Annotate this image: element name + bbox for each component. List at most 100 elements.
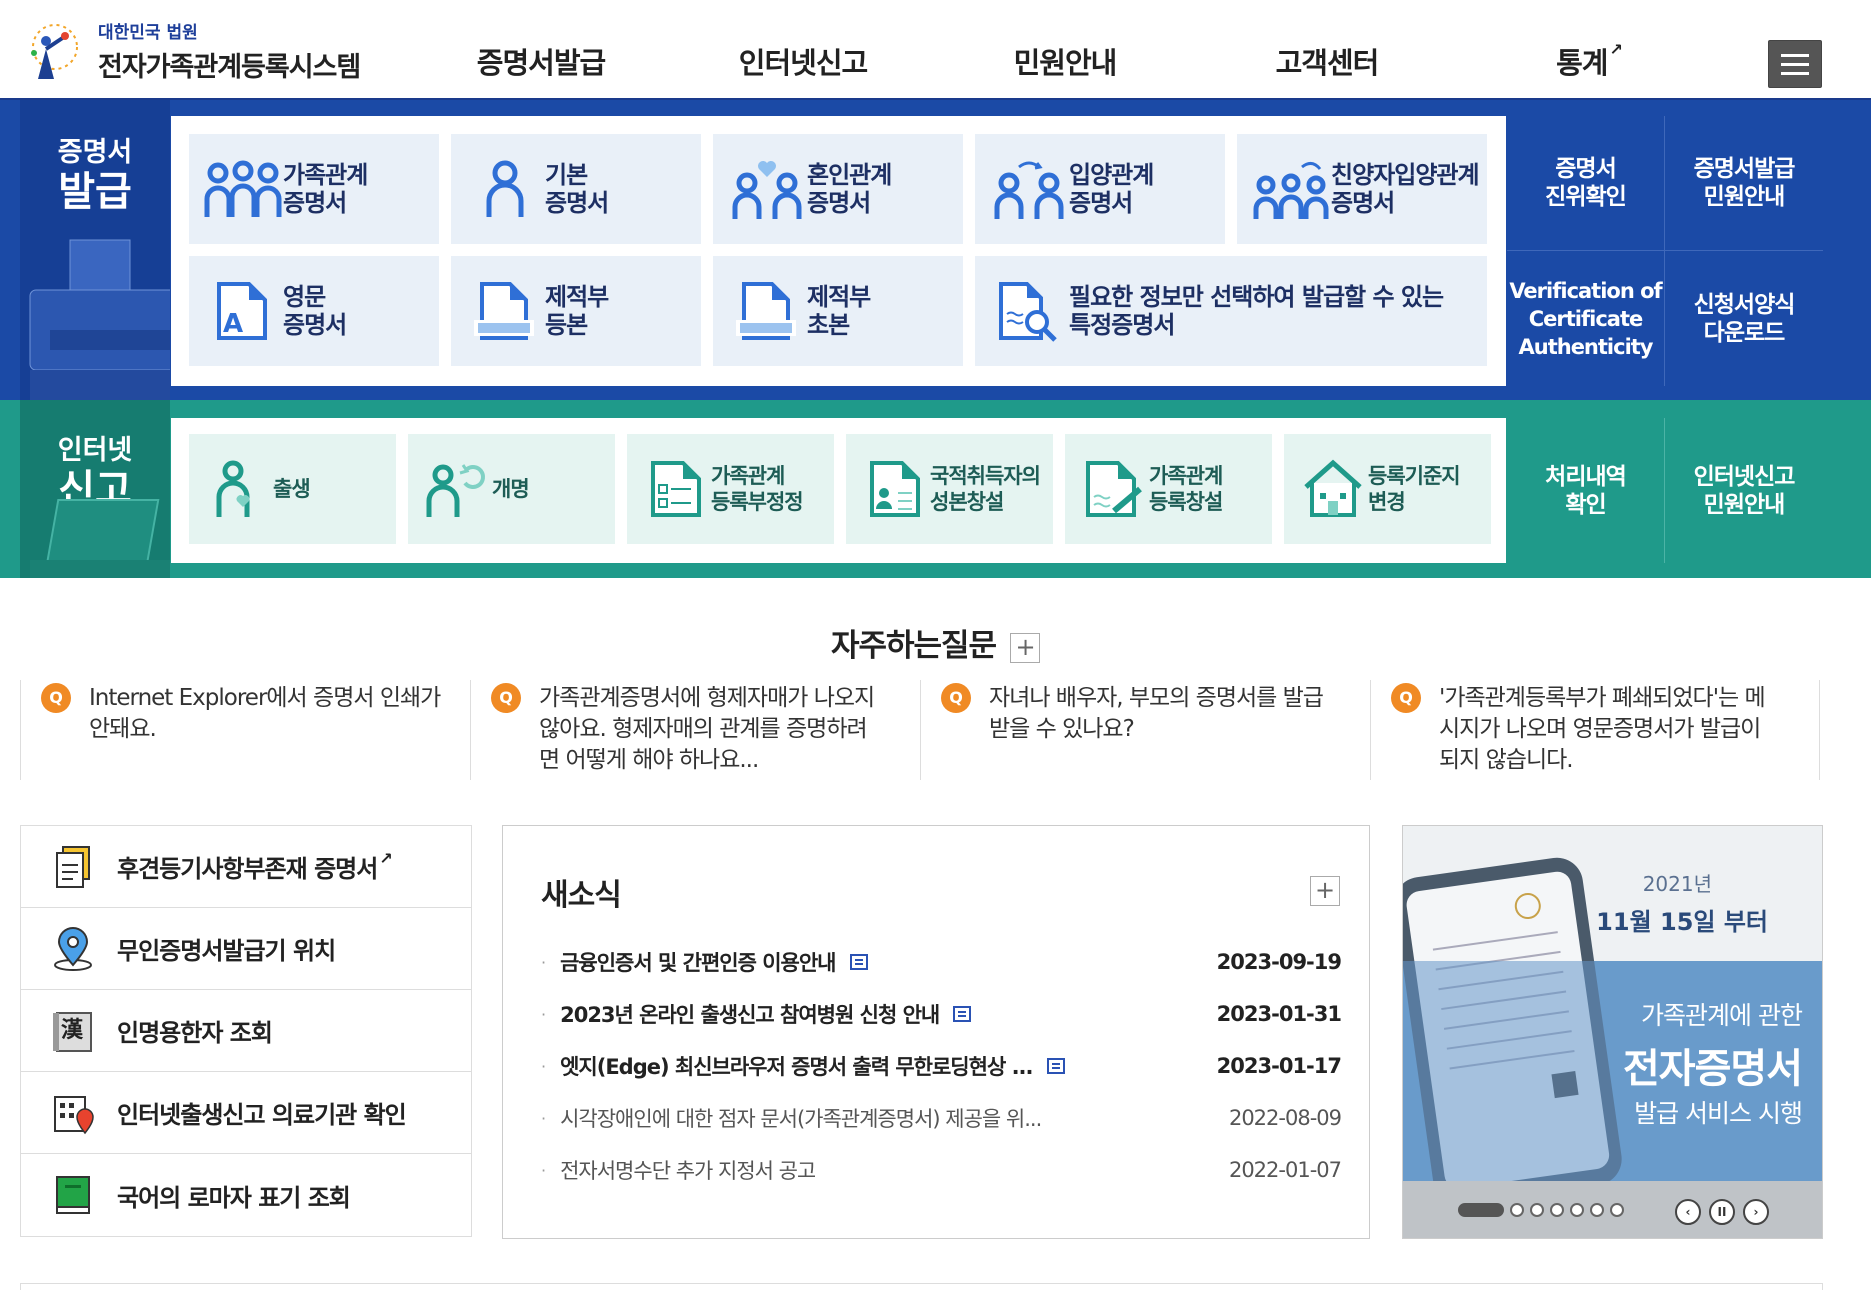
faq-text-line: 받을 수 있나요? [989,716,1135,742]
quick-link-label: 국어의 로마자 표기 조회 [117,1183,351,1212]
tile-label-line2: 증명서 [807,189,871,217]
report-civil-guide-link[interactable]: 인터넷신고 민원안내 [1665,418,1823,563]
news-item[interactable]: · 시각장애인에 대한 점자 문서(가족관계증명서) 제공을 위... 2022… [541,1092,1342,1144]
tile-birth-report[interactable]: 출생 [189,434,396,544]
side-link-line2: 민원안내 [1703,491,1786,518]
nav-internet-report[interactable]: 인터넷신고 [672,40,934,82]
birth-icon [216,460,250,517]
cert-civil-guide-link[interactable]: 증명서발급 민원안내 [1665,116,1823,251]
hospital-icon [54,1095,94,1134]
news-item[interactable]: · 전자서명수단 추가 지정서 공고 2022-01-07 [541,1144,1342,1196]
doc-pen-icon [1086,461,1142,517]
external-link-icon: ↗ [379,849,392,868]
tile-specific-cert[interactable]: 필요한 정보만 선택하여 발급할 수 있는 특정증명서 [975,256,1487,366]
processing-history-link[interactable]: 처리내역 확인 [1507,418,1665,563]
report-tiles-panel: 출생 개명 가족관계 등록부정정 국적취득자의 성본창설 가족관계 등록창설 등록기준… [171,418,1506,563]
nav-certificate[interactable]: 증명서발급 [410,40,672,82]
tile-nationality-surname-creation[interactable]: 국적취득자의 성본창설 [846,434,1053,544]
promo-banner[interactable]: 2021년 11월 15일 부터 가족관계에 관한 전자증명서 발급 서비스 시… [1402,825,1823,1239]
question-badge-icon: Q [941,683,971,713]
slide-dot[interactable] [1458,1203,1504,1217]
slide-dot[interactable] [1590,1203,1604,1217]
nav-statistics-label: 통계 [1556,46,1608,80]
nav-customer-center[interactable]: 고객센터 [1196,40,1458,82]
tile-label-line1: 등록기준지 [1368,464,1461,488]
slide-dot[interactable] [1530,1203,1544,1217]
tile-label-line1: 필요한 정보만 선택하여 발급할 수 있는 [1069,283,1444,311]
certificate-label-line1: 증명서 [57,137,133,168]
tile-label-line1: 출생 [273,477,311,501]
quick-link-kiosk-location[interactable]: 무인증명서발급기 위치 [21,908,471,990]
family-icon [204,160,282,217]
tile-label-line1: 제적부 [545,283,609,311]
faq-text-line: 가족관계증명서에 형제자매가 나오지 [539,685,875,711]
tile-register-correction[interactable]: 가족관계 등록부정정 [627,434,834,544]
tile-label-line1: 제적부 [807,283,871,311]
tile-full-adoption-cert[interactable]: 친양자입양관계 증명서 [1237,134,1487,244]
faq-item[interactable]: Q 가족관계증명서에 형제자매가 나오지 않아요. 형제자매의 관계를 증명하려 면… [470,680,920,780]
verification-of-certificate-link[interactable]: Verification of Certificate Authenticity [1507,251,1665,386]
tile-label-line1: 개명 [492,477,530,501]
question-badge-icon: Q [491,683,521,713]
tile-english-cert[interactable]: A 영문 증명서 [189,256,439,366]
side-link-line2: 다운로드 [1703,319,1786,346]
cert-authenticity-check-link[interactable]: 증명서 진위확인 [1507,116,1665,251]
news-item[interactable]: · 2023년 온라인 출생신고 참여병원 신청 안내 2023-01-31 [541,988,1342,1040]
banner-date: 11월 15일 부터 [1596,908,1768,936]
tile-register-creation[interactable]: 가족관계 등록창설 [1065,434,1272,544]
slide-dot[interactable] [1570,1203,1584,1217]
tile-family-relation-cert[interactable]: 가족관계 증명서 [189,134,439,244]
pause-button[interactable]: II [1709,1199,1735,1225]
certificate-side-links: 증명서 진위확인 증명서발급 민원안내 Verification of Certifi… [1507,116,1823,386]
doc-check-icon [651,461,701,517]
application-form-download-link[interactable]: 신청서양식 다운로드 [1665,251,1823,386]
removed-register-doc-icon [736,282,796,340]
site-logo[interactable]: 대한민국 법원 전자가족관계등록시스템 [20,18,361,84]
side-link-line2: 민원안내 [1703,184,1786,210]
person-icon [486,160,524,217]
hamburger-menu-button[interactable] [1768,40,1822,88]
faq-item[interactable]: Q Internet Explorer에서 증명서 인쇄가 안돼요. [20,680,470,780]
faq-item[interactable]: Q 자녀나 배우자, 부모의 증명서를 발급 받을 수 있나요? [920,680,1370,780]
tile-marriage-cert[interactable]: 혼인관계 증명서 [713,134,963,244]
tile-adoption-cert[interactable]: 입양관계 증명서 [975,134,1225,244]
side-link-line1: 인터넷신고 [1693,463,1796,490]
report-side-links: 처리내역 확인 인터넷신고 민원안내 [1507,418,1823,563]
certificate-tiles-panel: 가족관계 증명서 기본 증명서 혼인관계 증명서 입양관계 증명서 친양자입양관계 증명서… [171,116,1506,386]
tile-removed-register-abstract[interactable]: 제적부 초본 [713,256,963,366]
news-item[interactable]: · 엣지(Edge) 최신브라우저 증명서 출력 무한로딩현상 ... 2023… [541,1040,1342,1092]
external-link-icon: ↗ [1609,40,1622,59]
slide-dot[interactable] [1510,1203,1524,1217]
prev-slide-button[interactable]: ‹ [1675,1199,1701,1225]
svg-text:漢: 漢 [61,1017,84,1043]
tile-basic-cert[interactable]: 기본 증명서 [451,134,701,244]
side-link-line2: 진위확인 [1545,184,1627,210]
slide-indicator [1458,1203,1624,1217]
quick-link-name-hanja[interactable]: 漢 인명용한자 조회 [21,990,471,1072]
faq-text-line: 되지 않습니다. [1439,747,1574,773]
rename-icon [426,464,485,517]
quick-link-guardianship-cert[interactable]: 후견등기사항부존재 증명서 ↗ [21,826,471,908]
org-name: 대한민국 법원 [98,23,198,43]
next-slide-button[interactable]: › [1743,1199,1769,1225]
news-item-date: 2023-09-19 [1216,950,1342,974]
quick-links: 후견등기사항부존재 증명서 ↗ 무인증명서발급기 위치 漢 인명용한자 조회 인터… [20,825,472,1237]
news-item[interactable]: · 금융인증서 및 간편인증 이용안내 2023-09-19 [541,936,1342,988]
faq-item[interactable]: Q '가족관계등록부가 폐쇄되었다'는 메 시지가 나오며 영문증명서가 발급이 되… [1370,680,1820,780]
tile-registration-base-change[interactable]: 등록기준지 변경 [1284,434,1491,544]
tile-removed-register-full[interactable]: 제적부 등본 [451,256,701,366]
tile-label-line1: 가족관계 [1149,464,1223,488]
quick-link-medical-institution[interactable]: 인터넷출생신고 의료기관 확인 [21,1072,471,1154]
quick-link-romanization[interactable]: 국어의 로마자 표기 조회 [21,1154,471,1236]
slide-dot[interactable] [1610,1203,1624,1217]
news-item-title: 엣지(Edge) 최신브라우저 증명서 출력 무한로딩현상 ... [560,1055,1033,1079]
news-list: · 금융인증서 및 간편인증 이용안내 2023-09-19 · 2023년 온… [541,936,1342,1196]
news-item-date: 2023-01-31 [1216,1002,1342,1026]
slide-dot[interactable] [1550,1203,1564,1217]
tile-label-line2: 등록창설 [1149,490,1223,514]
nav-civil-guide[interactable]: 민원안내 [934,40,1196,82]
faq-more-button[interactable]: + [1010,632,1041,663]
nav-statistics[interactable]: 통계 ↗ [1458,40,1720,82]
tile-name-change[interactable]: 개명 [408,434,615,544]
news-more-button[interactable]: + [1310,876,1340,906]
